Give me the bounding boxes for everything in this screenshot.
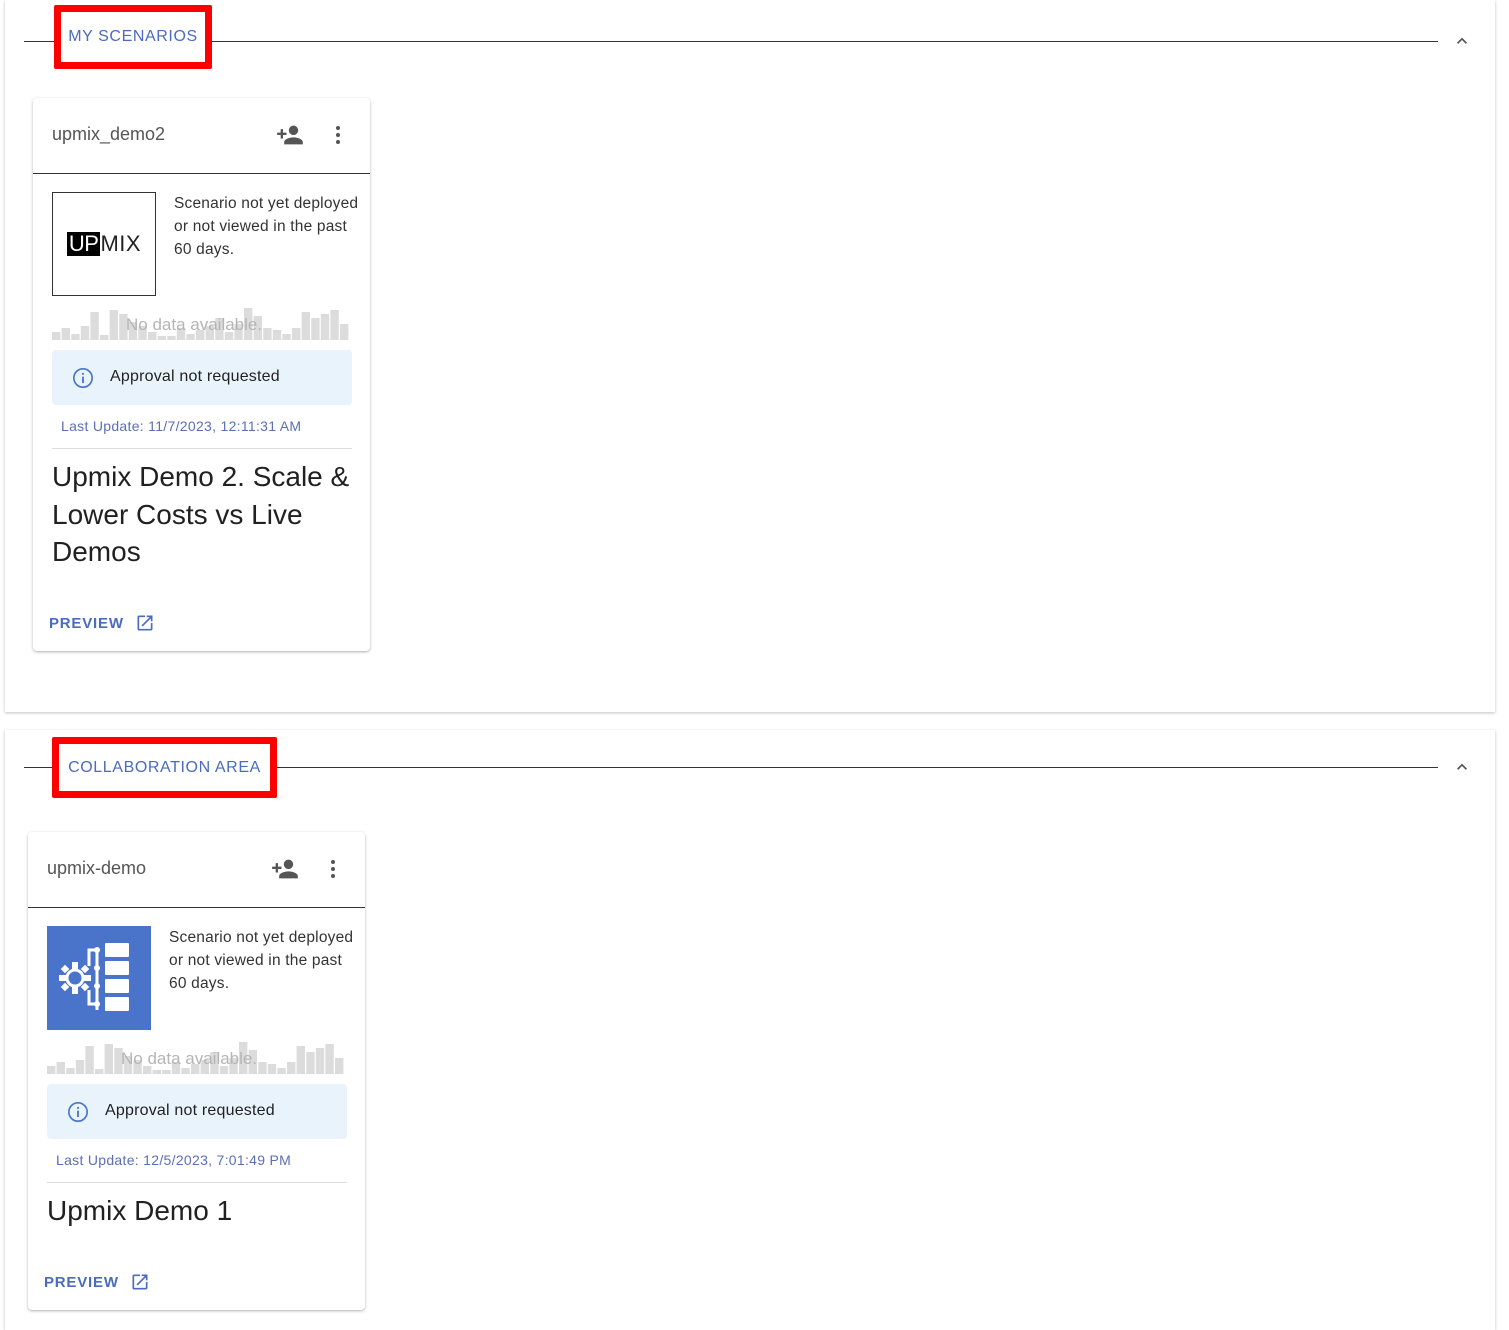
logo-mix-text: MIX [100, 231, 142, 256]
no-data-message: No data available. [121, 1049, 258, 1068]
section-header-highlight[interactable]: MY SCENARIOS [54, 5, 212, 69]
approval-status: Approval not requested [110, 368, 280, 385]
placeholder-bar [340, 324, 349, 340]
chevron-up-icon[interactable] [1452, 757, 1472, 777]
scenario-title[interactable]: Upmix Demo 1 [47, 1192, 352, 1230]
placeholder-bar [267, 1064, 277, 1074]
section-divider-left [24, 41, 57, 42]
share-button[interactable] [274, 119, 306, 151]
more-options-button[interactable] [317, 853, 349, 885]
info-icon [68, 1102, 88, 1122]
placeholder-bar [272, 330, 282, 340]
preview-label: PREVIEW [44, 1273, 119, 1291]
card-name: upmix_demo2 [52, 124, 166, 144]
placeholder-bar [85, 1046, 94, 1074]
scenario-card[interactable]: upmix_demo2 UP MIX Scenario not yet deplo… [33, 98, 370, 651]
my-scenarios-section: MY SCENARIOS upmix_demo2 UP MIX Scenario … [5, 0, 1495, 712]
deployment-status: Scenario not yet deployed or not viewed … [169, 929, 354, 992]
more-vert-icon [331, 860, 335, 878]
open-in-new-icon [132, 1274, 148, 1290]
last-update: Last Update: 12/5/2023, 7:01:49 PM [56, 1152, 292, 1168]
placeholder-bar [95, 1069, 104, 1074]
section-title[interactable]: MY SCENARIOS [68, 28, 198, 46]
no-data-message: No data available. [126, 315, 263, 334]
placeholder-bar [71, 334, 80, 340]
approval-banner: Approval not requested [47, 1084, 347, 1139]
placeholder-bar [277, 1068, 286, 1074]
section-divider-right [212, 41, 1438, 42]
placeholder-bar [167, 336, 176, 340]
share-button[interactable] [269, 853, 301, 885]
placeholder-bar [306, 1052, 315, 1074]
collaboration-area-section: COLLABORATION AREA upmix-demo Scenario n… [5, 730, 1495, 1330]
placeholder-bar [320, 314, 330, 340]
section-divider-right [277, 767, 1438, 768]
section-header-highlight[interactable]: COLLABORATION AREA [52, 737, 277, 798]
placeholder-bar [52, 332, 61, 340]
placeholder-bar [330, 310, 339, 340]
placeholder-bar [75, 1060, 85, 1074]
info-icon [73, 368, 93, 388]
card-divider [52, 448, 352, 449]
placeholder-bar [301, 312, 310, 340]
placeholder-bar [47, 1066, 56, 1074]
chevron-up-icon[interactable] [1452, 31, 1472, 51]
placeholder-bar [325, 1044, 334, 1074]
last-update: Last Update: 11/7/2023, 12:11:31 AM [61, 418, 302, 434]
placeholder-bar [61, 328, 70, 340]
open-in-new-icon [137, 615, 153, 631]
placeholder-bar [263, 328, 272, 340]
usage-sparkline: No data available. [47, 1040, 347, 1074]
section-title[interactable]: COLLABORATION AREA [68, 759, 261, 777]
placeholder-bar [258, 1062, 267, 1074]
placeholder-bar [104, 1044, 113, 1074]
scenario-title[interactable]: Upmix Demo 2. Scale & Lower Costs vs Liv… [52, 458, 357, 571]
more-vert-icon [336, 126, 340, 144]
upmix-logo: UP MIX [52, 192, 156, 296]
placeholder-bar [157, 336, 166, 340]
placeholder-bar [162, 1070, 171, 1074]
approval-banner: Approval not requested [52, 350, 352, 405]
placeholder-bar [296, 1046, 305, 1074]
preview-label: PREVIEW [49, 614, 124, 632]
preview-button[interactable]: PREVIEW [44, 1272, 150, 1292]
person-add-icon [277, 125, 303, 145]
card-header: upmix_demo2 [33, 98, 370, 174]
card-divider [47, 1182, 347, 1183]
logo-up-text: UP [66, 231, 101, 256]
approval-status: Approval not requested [105, 1102, 275, 1119]
card-name: upmix-demo [47, 858, 147, 878]
placeholder-bar [56, 1062, 65, 1074]
workflow-gear-icon [59, 943, 129, 1011]
preview-button[interactable]: PREVIEW [49, 613, 155, 633]
placeholder-bar [335, 1058, 344, 1074]
placeholder-bar [109, 310, 118, 340]
placeholder-bar [66, 1068, 75, 1074]
card-header: upmix-demo [28, 832, 365, 908]
placeholder-bar [282, 334, 291, 340]
workflow-icon [47, 926, 151, 1030]
deployment-status: Scenario not yet deployed or not viewed … [174, 195, 359, 258]
placeholder-bar [90, 312, 99, 340]
scenario-card[interactable]: upmix-demo Scenario not yet deployed or … [28, 832, 365, 1310]
usage-sparkline: No data available. [52, 306, 352, 340]
placeholder-bar [311, 318, 320, 340]
person-add-icon [272, 859, 298, 879]
placeholder-bar [292, 328, 301, 340]
more-options-button[interactable] [322, 119, 354, 151]
placeholder-bar [315, 1048, 325, 1074]
placeholder-bar [100, 335, 109, 340]
placeholder-bar [80, 326, 90, 340]
placeholder-bar [152, 1070, 161, 1074]
placeholder-bar [287, 1062, 296, 1074]
